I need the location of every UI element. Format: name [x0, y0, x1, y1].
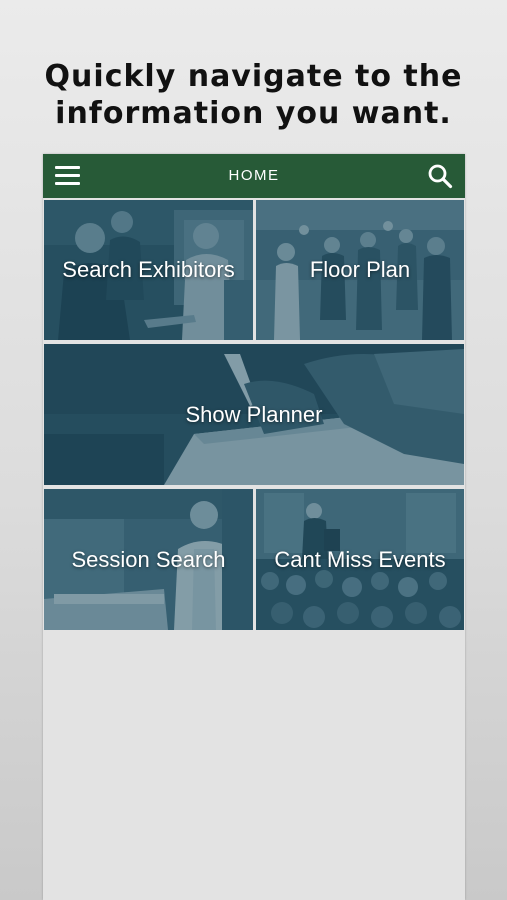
search-exhibitors-label: Search Exhibitors — [62, 257, 235, 282]
top-navigation-bar: HOME — [43, 154, 465, 198]
nav-title: HOME — [228, 167, 280, 184]
session-search-label: Session Search — [71, 546, 226, 572]
floor-plan-label: Floor Plan — [309, 257, 411, 282]
cant-miss-events-tile[interactable]: Cant Miss Events — [256, 489, 464, 630]
app-screen: HOME Search Exhibitors Floor Plan Show P… — [43, 154, 465, 900]
search-exhibitors-tile[interactable]: Search Exhibitors — [44, 200, 253, 340]
session-search-tile[interactable]: Session Search — [44, 489, 253, 630]
floor-plan-tile[interactable]: Floor Plan — [256, 200, 464, 340]
show-planner-label: Show Planner — [185, 401, 323, 427]
hamburger-menu-icon[interactable] — [55, 165, 80, 187]
search-icon[interactable] — [427, 163, 453, 189]
promo-headline-line-1: Quickly navigate to the — [44, 59, 463, 94]
promo-headline-line-2: information you want. — [55, 96, 452, 131]
promo-headline: Quickly navigate to the information you … — [0, 58, 507, 132]
show-planner-tile[interactable]: Show Planner — [44, 344, 464, 485]
cant-miss-events-label: Cant Miss Events — [274, 546, 446, 572]
